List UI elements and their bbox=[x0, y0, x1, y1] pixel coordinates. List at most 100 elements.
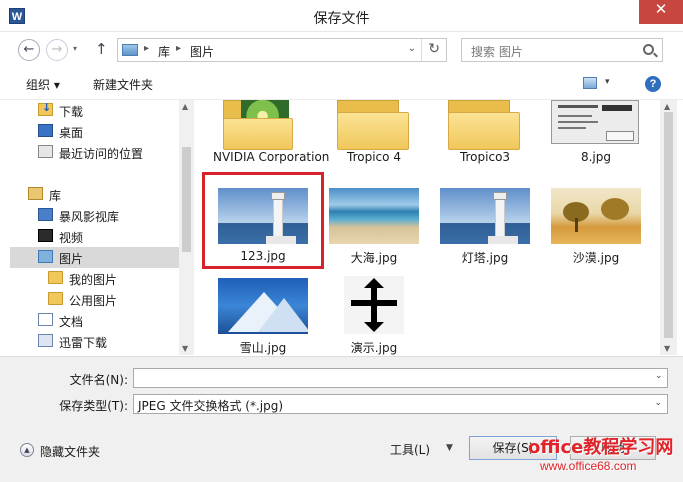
download-folder-icon bbox=[38, 101, 53, 116]
filetype-select[interactable]: JPEG 文件交换格式 (*.jpg) ⌄ bbox=[133, 394, 668, 414]
file-item-label: 8.jpg bbox=[580, 150, 612, 164]
sidebar-item-videos[interactable]: 视频 bbox=[10, 226, 180, 247]
sidebar-item-label: 迅雷下载 bbox=[59, 336, 108, 350]
sidebar-item-label: 视频 bbox=[59, 231, 84, 245]
xunlei-download-icon bbox=[38, 334, 53, 347]
back-button[interactable]: ← bbox=[18, 39, 40, 61]
folder-icon bbox=[48, 271, 63, 284]
sidebar-item-label: 暴风影视库 bbox=[59, 210, 120, 224]
file-item-8-jpg[interactable]: 8.jpg bbox=[546, 100, 646, 175]
library-icon bbox=[28, 187, 43, 200]
recent-places-icon bbox=[38, 145, 53, 158]
folder-icon bbox=[48, 292, 63, 305]
navigation-pane: 下载 桌面 最近访问的位置 库 暴风影视库 视频 图片 我的图片 公用图片 文档… bbox=[10, 100, 194, 355]
sidebar-item-my-pictures[interactable]: 我的图片 bbox=[10, 268, 180, 289]
address-dropdown-icon[interactable]: ⌄ bbox=[408, 43, 416, 54]
recent-locations-dropdown[interactable]: ▾ bbox=[73, 44, 77, 53]
watermark-url: www.office68.com bbox=[540, 459, 637, 473]
folder-front bbox=[223, 118, 293, 150]
image-thumbnail bbox=[440, 188, 530, 244]
documents-library-icon bbox=[38, 313, 53, 326]
sidebar-item-label: 库 bbox=[49, 189, 62, 203]
sidebar-item-library[interactable]: 库 bbox=[10, 184, 180, 205]
breadcrumb-separator[interactable]: ▸ bbox=[144, 43, 149, 54]
pictures-library-icon bbox=[38, 250, 53, 263]
file-item-label: 大海.jpg bbox=[350, 251, 398, 265]
command-toolbar: 组织 ▾ 新建文件夹 ▾ ? bbox=[0, 68, 683, 100]
folder-front bbox=[448, 112, 520, 150]
up-button[interactable]: ↑ bbox=[95, 40, 108, 58]
refresh-icon[interactable]: ↻ bbox=[428, 41, 440, 57]
scroll-up-icon[interactable]: ▲ bbox=[182, 102, 188, 111]
scrollbar-thumb[interactable] bbox=[182, 147, 191, 252]
file-item-label: NVIDIA Corporation bbox=[213, 150, 330, 164]
image-thumbnail bbox=[329, 188, 419, 244]
sidebar-item-recent-places[interactable]: 最近访问的位置 bbox=[10, 142, 180, 163]
media-library-icon bbox=[38, 208, 53, 221]
breadcrumb-library[interactable]: 库 bbox=[158, 43, 170, 60]
address-divider bbox=[421, 39, 422, 61]
filename-label: 文件名(N): bbox=[69, 373, 128, 387]
file-item-label: Tropico3 bbox=[459, 150, 511, 164]
search-input[interactable]: 搜索 图片 bbox=[471, 43, 523, 60]
scroll-down-icon[interactable]: ▼ bbox=[182, 344, 188, 353]
sidebar-item-label: 下载 bbox=[59, 105, 84, 119]
image-thumbnail bbox=[551, 100, 639, 144]
sidebar-item-xunlei-downloads[interactable]: 迅雷下载 bbox=[10, 331, 180, 352]
file-item-snow-mountain-jpg[interactable]: 雪山.jpg bbox=[213, 276, 313, 355]
filename-dropdown-icon[interactable]: ⌄ bbox=[655, 371, 663, 381]
window-title: 保存文件 bbox=[313, 11, 370, 27]
search-icon[interactable] bbox=[643, 44, 654, 55]
sidebar-item-label: 我的图片 bbox=[69, 273, 118, 287]
file-item-nvidia-corporation[interactable]: NVIDIA Corporation bbox=[213, 100, 330, 175]
scroll-down-icon[interactable]: ▼ bbox=[664, 344, 670, 353]
help-icon[interactable]: ? bbox=[645, 76, 661, 92]
sidebar-item-media-library[interactable]: 暴风影视库 bbox=[10, 205, 180, 226]
view-options-icon[interactable] bbox=[583, 77, 597, 89]
file-item-label: 灯塔.jpg bbox=[461, 251, 509, 265]
filetype-label: 保存类型(T): bbox=[59, 399, 128, 413]
file-item-label: Tropico 4 bbox=[347, 150, 401, 164]
address-bar[interactable]: ▸ 库 ▸ 图片 ⌄ ↻ bbox=[117, 38, 447, 62]
file-item-label: 沙漠.jpg bbox=[572, 251, 620, 265]
tools-menu[interactable]: 工具(L) bbox=[390, 441, 430, 458]
file-item-label: 演示.jpg bbox=[350, 341, 398, 355]
file-item-desert-jpg[interactable]: 沙漠.jpg bbox=[546, 186, 646, 265]
view-dropdown-icon[interactable]: ▾ bbox=[605, 77, 610, 87]
breadcrumb-separator[interactable]: ▸ bbox=[176, 43, 181, 54]
breadcrumb-pictures[interactable]: 图片 bbox=[190, 43, 214, 60]
file-item-demo-jpg[interactable]: 演示.jpg bbox=[324, 276, 424, 355]
scroll-up-icon[interactable]: ▲ bbox=[664, 102, 670, 111]
organize-menu[interactable]: 组织 ▾ bbox=[26, 76, 60, 93]
content-scrollbar[interactable]: ▲ ▼ bbox=[660, 100, 677, 355]
video-library-icon bbox=[38, 229, 53, 242]
scrollbar-thumb[interactable] bbox=[664, 112, 673, 338]
highlight-box bbox=[202, 172, 324, 269]
sidebar-item-label: 图片 bbox=[59, 252, 84, 266]
collapse-icon: ▲ bbox=[20, 443, 34, 457]
forward-button[interactable]: → bbox=[46, 39, 68, 61]
sidebar-item-desktop[interactable]: 桌面 bbox=[10, 121, 180, 142]
sidebar-item-downloads[interactable]: 下载 bbox=[10, 100, 180, 121]
close-button[interactable]: ✕ bbox=[639, 0, 683, 24]
file-item-sea-jpg[interactable]: 大海.jpg bbox=[324, 186, 424, 265]
pictures-library-icon bbox=[122, 44, 138, 56]
search-box[interactable]: 搜索 图片 bbox=[461, 38, 663, 62]
sidebar-item-label: 最近访问的位置 bbox=[59, 147, 144, 161]
sidebar-item-documents[interactable]: 文档 bbox=[10, 310, 180, 331]
file-item-tropico-4[interactable]: Tropico 4 bbox=[324, 100, 424, 175]
file-item-lighthouse-jpg[interactable]: 灯塔.jpg bbox=[435, 186, 535, 265]
filetype-selected-value: JPEG 文件交换格式 (*.jpg) bbox=[138, 399, 284, 413]
tools-dropdown-icon[interactable]: ▼ bbox=[446, 443, 453, 453]
title-bar: W 保存文件 ✕ bbox=[0, 0, 683, 32]
file-item-tropico3[interactable]: Tropico3 bbox=[435, 100, 535, 175]
filename-field[interactable] bbox=[133, 368, 668, 388]
watermark-text: office教程学习网 bbox=[528, 437, 674, 458]
chevron-down-icon[interactable]: ⌄ bbox=[654, 398, 662, 408]
sidebar-item-pictures[interactable]: 图片 bbox=[10, 247, 180, 268]
folder-front bbox=[337, 112, 409, 150]
sidebar-item-public-pictures[interactable]: 公用图片 bbox=[10, 289, 180, 310]
navigation-scrollbar[interactable]: ▲ ▼ bbox=[179, 100, 194, 355]
new-folder-button[interactable]: 新建文件夹 bbox=[93, 76, 153, 93]
sidebar-item-label: 桌面 bbox=[59, 126, 84, 140]
